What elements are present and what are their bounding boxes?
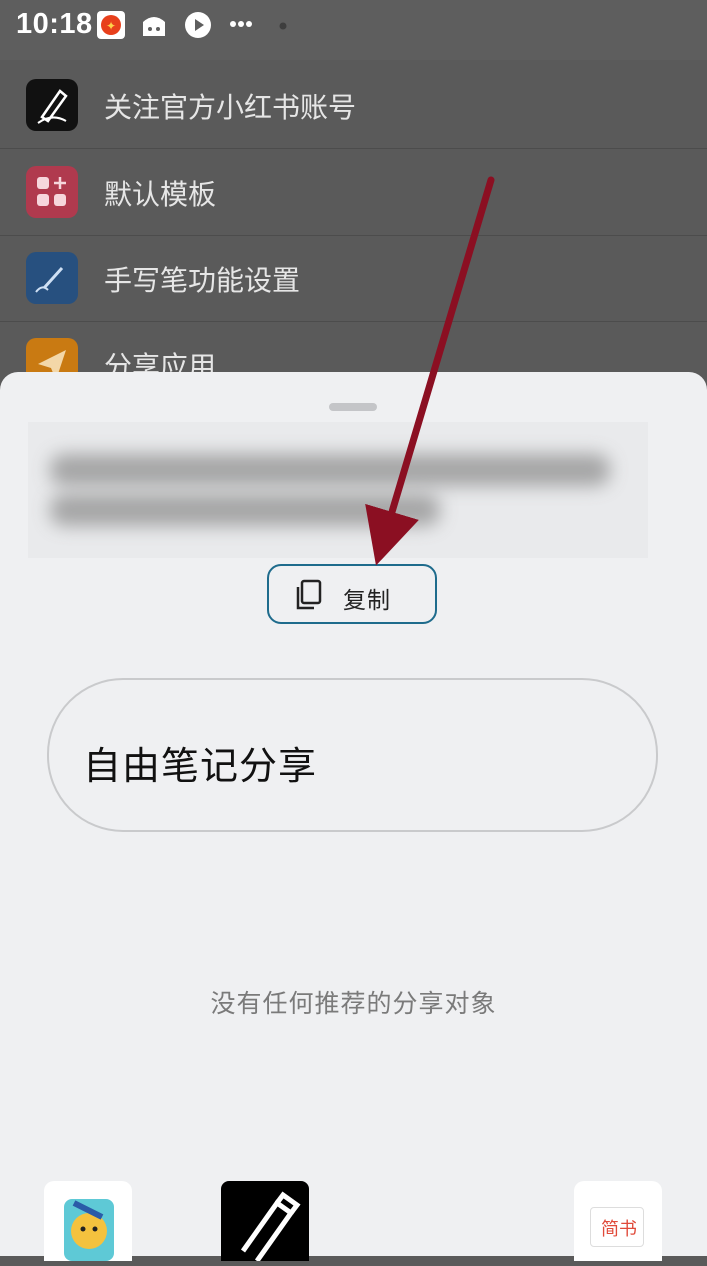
- empty-share-message: 没有任何推荐的分享对象: [210, 990, 497, 1018]
- pencil-app-icon[interactable]: [221, 1181, 309, 1263]
- dot-icon: [278, 18, 288, 30]
- copy-icon: [296, 579, 322, 610]
- pen-icon: [26, 79, 78, 131]
- note-title-field[interactable]: 自由笔记分享: [47, 678, 658, 832]
- menu-item-label: 默认模板: [104, 179, 217, 210]
- clock: 10:18: [16, 8, 93, 40]
- copy-button[interactable]: 复制: [267, 564, 437, 624]
- share-sheet: 复制 自由笔记分享 没有任何推荐的分享对象 简书: [0, 372, 707, 1263]
- more-notifications-icon: [228, 14, 258, 44]
- menu-item-follow-account[interactable]: 关注官方小红书账号: [0, 62, 707, 149]
- status-bar: 10:18 ✦: [0, 0, 707, 60]
- drag-handle[interactable]: [329, 403, 377, 411]
- grid-plus-icon: [26, 166, 78, 218]
- note-preview-image: [28, 422, 648, 558]
- settings-menu: 关注官方小红书账号 默认模板 手写笔功能设置 分享应用: [0, 62, 707, 402]
- menu-item-stylus-settings[interactable]: 手写笔功能设置: [0, 235, 707, 322]
- play-icon: [183, 10, 213, 40]
- copy-label: 复制: [343, 587, 391, 613]
- app-notification-icon: ✦: [96, 10, 126, 40]
- menu-item-default-template[interactable]: 默认模板: [0, 149, 707, 236]
- jianshu-app-icon[interactable]: 简书: [574, 1181, 662, 1261]
- jianshu-label: 简书: [601, 1219, 637, 1239]
- menu-item-label: 手写笔功能设置: [104, 265, 301, 296]
- menu-item-label: 关注官方小红书账号: [104, 92, 357, 123]
- stylus-icon: [26, 252, 78, 304]
- note-title: 自由笔记分享: [83, 746, 318, 788]
- shiba-app-icon[interactable]: [44, 1181, 132, 1261]
- svg-text:✦: ✦: [106, 19, 116, 33]
- game-controller-icon: [139, 10, 169, 40]
